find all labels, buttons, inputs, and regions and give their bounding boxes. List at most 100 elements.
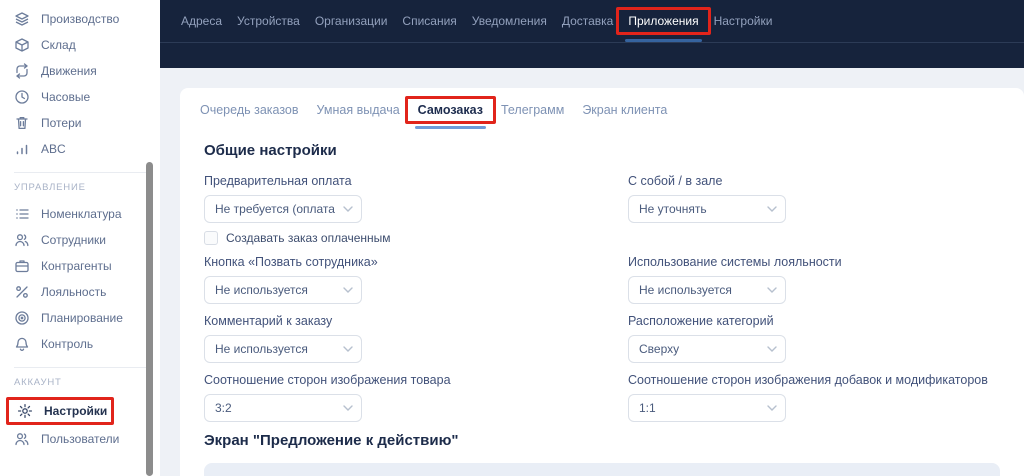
sidebar-item-employees[interactable]: Сотрудники [0, 227, 160, 253]
tab-smart-pickup[interactable]: Умная выдача [317, 103, 400, 117]
prepayment-select[interactable]: Не требуется (оплата при по [204, 195, 362, 223]
product-image-ratio-select[interactable]: 3:2 [204, 394, 362, 422]
select-value: 3:2 [215, 401, 232, 415]
field-label: Расположение категорий [628, 314, 774, 328]
field-modifier-image-ratio: Соотношение сторон изображения добавок и… [628, 372, 1000, 422]
call-staff-select[interactable]: Не используется [204, 276, 362, 304]
content-card: Очередь заказов Умная выдача Самозаказ Т… [180, 88, 1024, 476]
sidebar-divider [14, 367, 146, 368]
top-navbar: Адреса Устройства Организации Списания У… [160, 0, 1024, 68]
navbar-tab-settings[interactable]: Настройки [714, 14, 773, 28]
sidebar: Производство Склад Движения Часовые Поте… [0, 0, 160, 476]
sidebar-item-label: Часовые [41, 90, 91, 104]
sidebar-item-warehouse[interactable]: Склад [0, 32, 160, 58]
sidebar-item-users[interactable]: Пользователи [0, 426, 160, 452]
sidebar-item-abc[interactable]: ABC [0, 136, 160, 162]
field-product-image-ratio: Соотношение сторон изображения товара 3:… [204, 372, 628, 422]
briefcase-icon [15, 260, 29, 273]
field-takeaway: С собой / в зале Не уточнять [628, 173, 1000, 245]
chevron-down-icon [767, 287, 777, 293]
sidebar-item-label: Контроль [41, 337, 94, 351]
takeaway-select[interactable]: Не уточнять [628, 195, 786, 223]
loyalty-select[interactable]: Не используется [628, 276, 786, 304]
sidebar-item-counterparties[interactable]: Контрагенты [0, 253, 160, 279]
field-label: Использование системы лояльности [628, 255, 842, 269]
main-content: Очередь заказов Умная выдача Самозаказ Т… [160, 68, 1024, 476]
sidebar-item-nomenclature[interactable]: Номенклатура [0, 201, 160, 227]
select-value: 1:1 [639, 401, 656, 415]
field-label: Комментарий к заказу [204, 314, 333, 328]
chevron-down-icon [767, 206, 777, 212]
chevron-down-icon [343, 346, 353, 352]
sidebar-item-label: ABC [41, 142, 66, 156]
bars-icon [16, 144, 28, 155]
field-call-staff-button: Кнопка «Позвать сотрудника» Не используе… [204, 254, 628, 304]
navbar-tab-devices[interactable]: Устройства [237, 14, 300, 28]
sidebar-item-label: Производство [41, 12, 120, 26]
section-title-general: Общие настройки [204, 142, 337, 159]
clock-icon [15, 90, 29, 104]
tab-client-screen[interactable]: Экран клиента [582, 103, 667, 117]
order-comment-select[interactable]: Не используется [204, 335, 362, 363]
tab-self-order[interactable]: Самозаказ [404, 96, 496, 129]
bell-icon [15, 337, 29, 351]
sidebar-scrollbar[interactable] [146, 162, 153, 476]
categories-position-select[interactable]: Сверху [628, 335, 786, 363]
modifier-image-ratio-select[interactable]: 1:1 [628, 394, 786, 422]
navbar-tabs: Адреса Устройства Организации Списания У… [160, 0, 1024, 43]
sidebar-item-movements[interactable]: Движения [0, 58, 160, 84]
field-label: Предварительная оплата [204, 174, 352, 188]
action-screen-info-box: Экран первым видит клиент, когда подходи… [204, 463, 1000, 476]
sidebar-item-label: Сотрудники [41, 233, 106, 247]
list-icon [16, 209, 29, 219]
select-value: Не уточнять [639, 202, 707, 216]
users-icon [15, 433, 29, 446]
sidebar-item-label: Склад [41, 38, 76, 52]
select-value: Не используется [215, 283, 308, 297]
field-label: С собой / в зале [628, 174, 723, 188]
annotation-box-settings: Настройки [6, 397, 115, 425]
sidebar-item-label: Потери [41, 116, 82, 130]
percent-icon [16, 286, 28, 298]
sidebar-item-settings[interactable]: Настройки [0, 396, 160, 426]
navbar-tab-organizations[interactable]: Организации [315, 14, 388, 28]
field-order-comment: Комментарий к заказу Не используется [204, 313, 628, 363]
sidebar-divider [14, 172, 146, 173]
chevron-down-icon [343, 287, 353, 293]
sidebar-item-label: Лояльность [41, 285, 107, 299]
navbar-tab-notifications[interactable]: Уведомления [472, 14, 547, 28]
navbar-tab-applications[interactable]: Приложения [616, 7, 711, 42]
chevron-down-icon [343, 206, 353, 212]
content-tabs: Очередь заказов Умная выдача Самозаказ Т… [180, 88, 1024, 132]
checkbox-icon[interactable] [204, 231, 218, 245]
sidebar-item-production[interactable]: Производство [0, 6, 160, 32]
sidebar-section-management: УПРАВЛЕНИЕ [14, 182, 86, 193]
sidebar-item-label: Движения [41, 64, 97, 78]
tab-order-queue[interactable]: Очередь заказов [200, 103, 299, 117]
sidebar-section-account: АККАУНТ [14, 377, 62, 388]
sidebar-item-loyalty[interactable]: Лояльность [0, 279, 160, 305]
sidebar-item-label: Пользователи [41, 432, 120, 446]
field-label: Кнопка «Позвать сотрудника» [204, 255, 378, 269]
users-icon [15, 234, 29, 247]
navbar-tab-writeoffs[interactable]: Списания [402, 14, 456, 28]
navbar-tab-addresses[interactable]: Адреса [181, 14, 222, 28]
cycle-icon [16, 63, 28, 79]
field-label: Соотношение сторон изображения добавок и… [628, 373, 988, 387]
sidebar-item-planning[interactable]: Планирование [0, 305, 160, 331]
layers-icon [15, 12, 29, 26]
chevron-down-icon [767, 346, 777, 352]
tab-telegram[interactable]: Телеграмм [501, 103, 564, 117]
navbar-tab-delivery[interactable]: Доставка [562, 14, 614, 28]
sidebar-item-label: Настройки [44, 404, 108, 418]
sidebar-item-losses[interactable]: Потери [0, 110, 160, 136]
field-prepayment: Предварительная оплата Не требуется (опл… [204, 173, 628, 245]
create-order-paid-checkbox-row[interactable]: Создавать заказ оплаченным [204, 231, 628, 245]
select-value: Не требуется (оплата при по [215, 202, 339, 216]
select-value: Сверху [639, 342, 680, 356]
chevron-down-icon [343, 405, 353, 411]
sidebar-item-hourly[interactable]: Часовые [0, 84, 160, 110]
sidebar-item-control[interactable]: Контроль [0, 331, 160, 357]
select-value: Не используется [639, 283, 732, 297]
select-value: Не используется [215, 342, 308, 356]
